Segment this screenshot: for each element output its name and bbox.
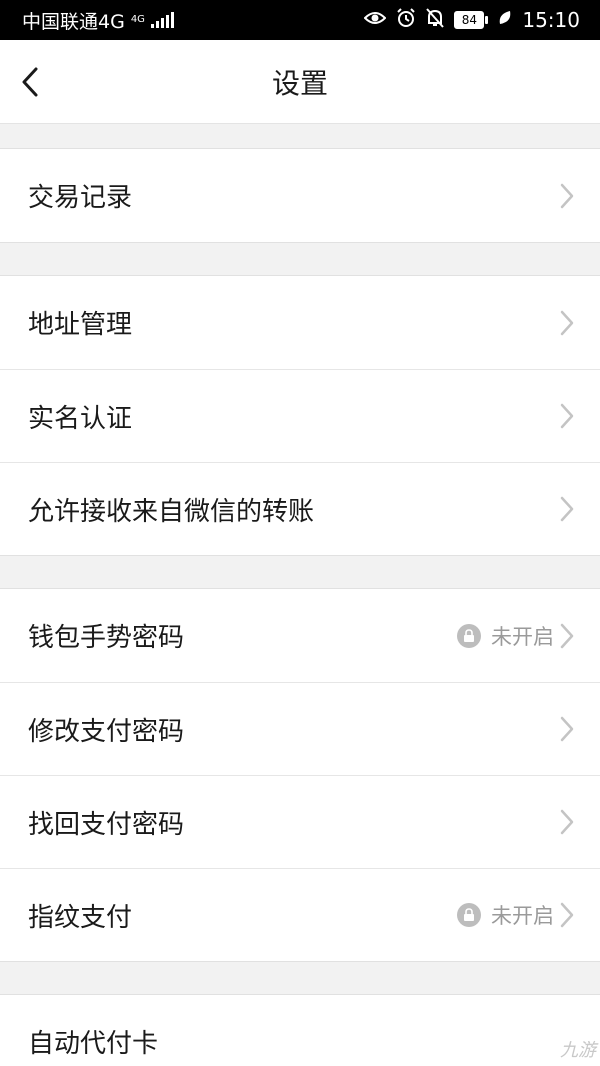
row-allow-wechat-transfer[interactable]: 允许接收来自微信的转账 (0, 462, 600, 555)
row-label: 地址管理 (28, 310, 133, 340)
chevron-right-icon (560, 623, 574, 648)
carrier-label: 中国联通4G (22, 10, 125, 33)
row-label: 允许接收来自微信的转账 (28, 496, 315, 527)
row-label: 修改支付密码 (28, 716, 185, 747)
settings-group-4: 自动代付卡 (0, 994, 600, 1066)
row-fingerprint-payment[interactable]: 指纹支付 未开启 (0, 868, 600, 961)
status-bar: 中国联通4G 4G 84 15:10 (0, 0, 600, 40)
row-label: 钱包手势密码 (28, 623, 185, 653)
row-label: 指纹支付 (28, 902, 133, 933)
row-transaction-records[interactable]: 交易记录 (0, 149, 600, 242)
settings-group-3: 钱包手势密码 未开启 修改支付密码 找回支付密码 指纹支付 未开启 (0, 588, 600, 962)
mute-bell-icon (426, 7, 445, 33)
chevron-right-icon (560, 809, 574, 835)
lock-icon (457, 623, 481, 648)
row-auto-pay-card[interactable]: 自动代付卡 (0, 995, 600, 1066)
row-change-payment-password[interactable]: 修改支付密码 (0, 682, 600, 775)
status-bar-right: 84 15:10 (363, 7, 580, 33)
battery-icon: 84 (454, 11, 489, 29)
eye-icon (363, 9, 387, 31)
settings-group-2: 地址管理 实名认证 允许接收来自微信的转账 (0, 275, 600, 556)
row-wallet-gesture-password[interactable]: 钱包手势密码 未开启 (0, 589, 600, 682)
chevron-right-icon (560, 310, 574, 335)
settings-group-1: 交易记录 (0, 148, 600, 243)
row-label: 找回支付密码 (28, 809, 185, 840)
page-title: 设置 (271, 66, 328, 100)
signal-icon (150, 12, 174, 28)
chevron-right-icon (560, 496, 574, 522)
row-recover-payment-password[interactable]: 找回支付密码 (0, 775, 600, 868)
clock-time: 15:10 (522, 8, 580, 32)
chevron-right-icon (560, 183, 574, 208)
status-off-label: 未开启 (491, 904, 554, 928)
chevron-right-icon (560, 403, 574, 429)
row-label: 交易记录 (28, 183, 133, 213)
lock-icon (457, 903, 481, 927)
chevron-right-icon (560, 716, 574, 742)
network-small-label: 4G (130, 14, 145, 25)
row-label: 自动代付卡 (28, 1029, 159, 1059)
back-button[interactable] (10, 60, 50, 104)
status-bar-left: 中国联通4G 4G (22, 7, 174, 34)
row-label: 实名认证 (28, 403, 133, 434)
row-address-management[interactable]: 地址管理 (0, 276, 600, 369)
watermark-logo: 九游 (560, 1040, 596, 1061)
chevron-left-icon (22, 67, 38, 97)
leaf-icon (498, 9, 512, 31)
nav-bar: 设置 (0, 40, 600, 124)
row-real-name-verification[interactable]: 实名认证 (0, 369, 600, 462)
alarm-icon (396, 7, 416, 33)
chevron-right-icon (560, 902, 574, 928)
status-off-label: 未开启 (491, 624, 554, 649)
